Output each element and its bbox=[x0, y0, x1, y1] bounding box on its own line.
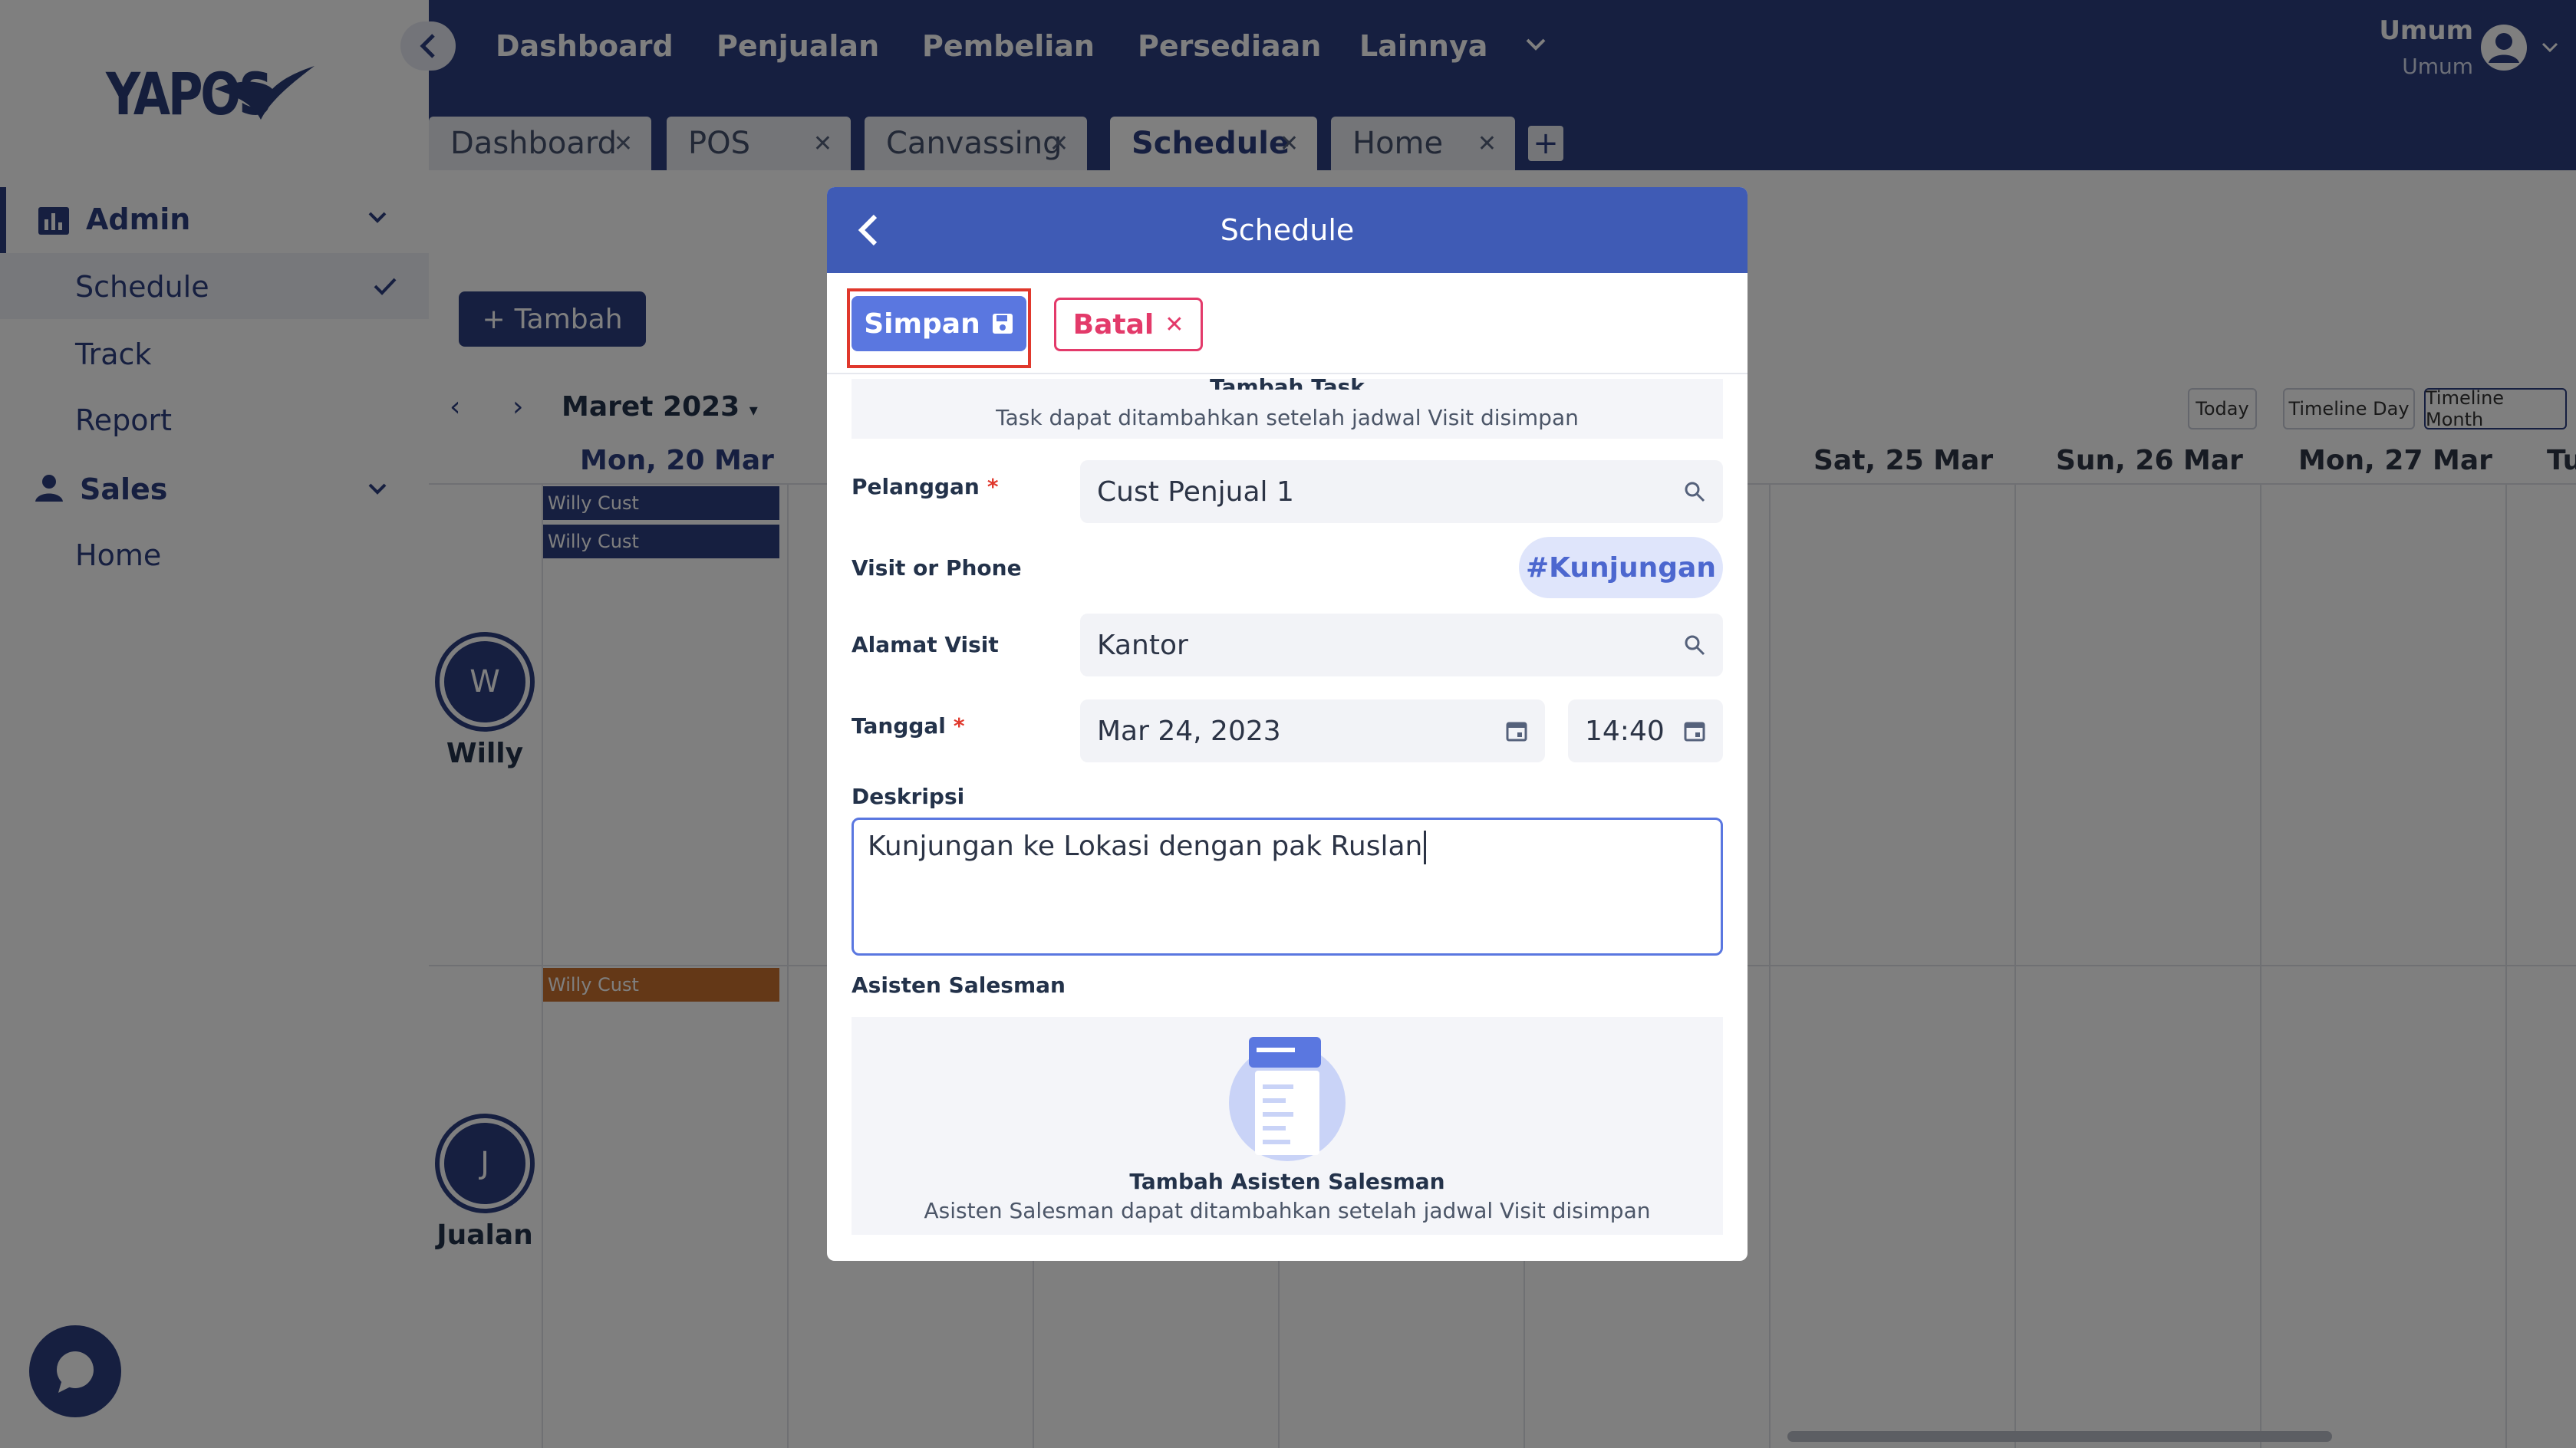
simpan-label: Simpan bbox=[864, 308, 980, 340]
pelanggan-value: Cust Penjual 1 bbox=[1097, 476, 1294, 508]
asisten-section: Tambah Asisten Salesman Asisten Salesman… bbox=[852, 1017, 1723, 1235]
schedule-modal: Schedule Simpan Batal ✕ Tambah Task Task… bbox=[827, 187, 1748, 1261]
task-title: Tambah Task bbox=[1210, 374, 1365, 390]
modal-header: Schedule bbox=[827, 187, 1748, 273]
close-icon: ✕ bbox=[1164, 311, 1184, 338]
alamat-label: Alamat Visit bbox=[852, 632, 999, 657]
alamat-input[interactable]: Kantor bbox=[1080, 614, 1723, 676]
pelanggan-label-text: Pelanggan bbox=[852, 474, 980, 499]
calendar-icon bbox=[1506, 722, 1527, 742]
simpan-button[interactable]: Simpan bbox=[852, 296, 1026, 351]
deskripsi-value: Kunjungan ke Lokasi dengan pak Ruslan bbox=[868, 831, 1423, 862]
pelanggan-input[interactable]: Cust Penjual 1 bbox=[1080, 460, 1723, 523]
asisten-title: Tambah Asisten Salesman bbox=[1129, 1169, 1445, 1194]
modal-title: Schedule bbox=[1220, 213, 1355, 247]
search-icon bbox=[1685, 635, 1705, 656]
batal-button[interactable]: Batal ✕ bbox=[1054, 298, 1203, 351]
task-section: Tambah Task Task dapat ditambahkan setel… bbox=[852, 374, 1723, 439]
calendar-icon bbox=[1684, 722, 1705, 742]
pelanggan-label: Pelanggan * bbox=[852, 474, 999, 499]
asisten-label: Asisten Salesman bbox=[852, 972, 1066, 998]
search-icon bbox=[1685, 482, 1705, 502]
tanggal-label: Tanggal * bbox=[852, 713, 965, 739]
back-button[interactable] bbox=[847, 209, 890, 252]
required-asterisk: * bbox=[953, 713, 965, 739]
alamat-value: Kantor bbox=[1097, 629, 1188, 661]
save-icon bbox=[992, 314, 1013, 334]
tanggal-input[interactable]: Mar 24, 2023 bbox=[1080, 699, 1545, 762]
time-value: 14:40 bbox=[1585, 715, 1665, 747]
required-asterisk: * bbox=[987, 474, 999, 499]
text-cursor bbox=[1424, 831, 1427, 864]
tanggal-value: Mar 24, 2023 bbox=[1097, 715, 1281, 747]
chevron-left-icon bbox=[858, 214, 878, 246]
deskripsi-label: Deskripsi bbox=[852, 784, 965, 809]
time-input[interactable]: 14:40 bbox=[1568, 699, 1723, 762]
kunjungan-tag[interactable]: #Kunjungan bbox=[1519, 537, 1723, 598]
task-note: Task dapat ditambahkan setelah jadwal Vi… bbox=[996, 405, 1579, 430]
visit-label: Visit or Phone bbox=[852, 555, 1022, 581]
document-illustration-icon bbox=[1229, 1037, 1346, 1161]
batal-label: Batal bbox=[1072, 308, 1155, 341]
asisten-note: Asisten Salesman dapat ditambahkan setel… bbox=[924, 1198, 1651, 1223]
tanggal-label-text: Tanggal bbox=[852, 713, 946, 739]
deskripsi-textarea[interactable]: Kunjungan ke Lokasi dengan pak Ruslan bbox=[852, 818, 1723, 956]
